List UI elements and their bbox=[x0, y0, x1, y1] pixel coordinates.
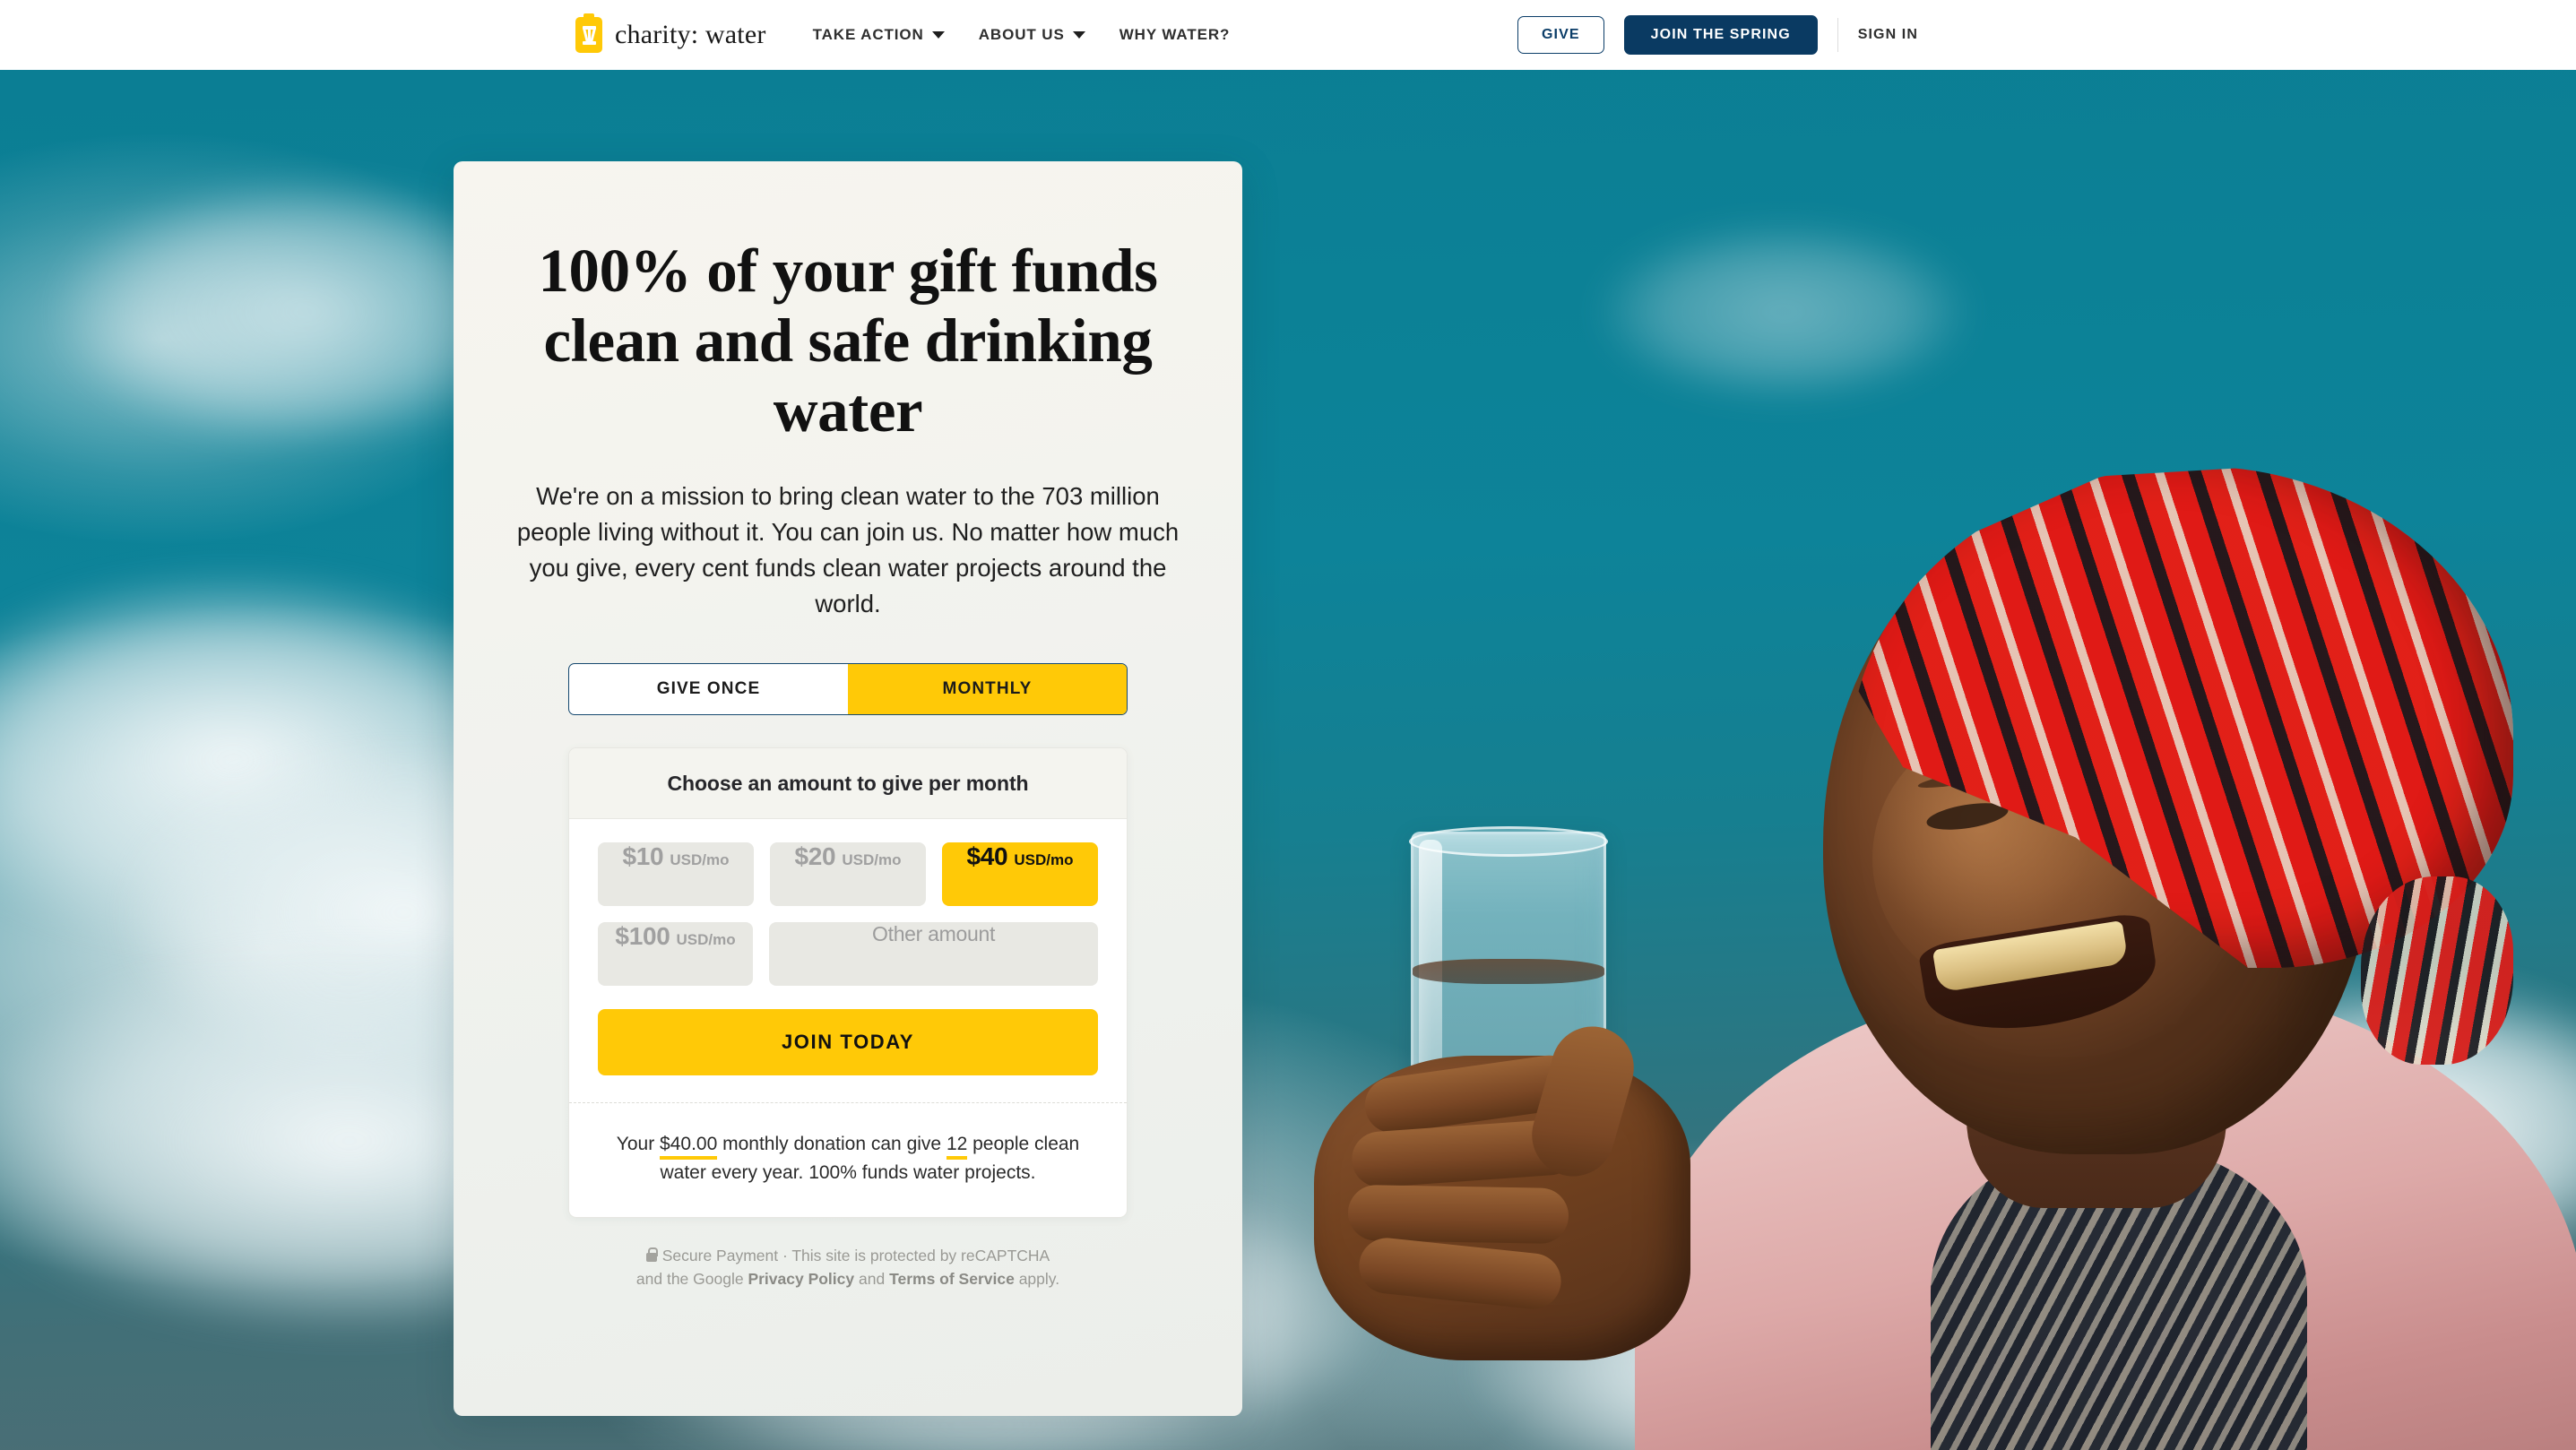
other-amount-label: Other amount bbox=[872, 922, 996, 946]
nav-item-label: TAKE ACTION bbox=[812, 26, 924, 43]
amount-value: $100 bbox=[615, 922, 670, 951]
toggle-monthly[interactable]: MONTHLY bbox=[848, 664, 1127, 715]
glass-reflection-band bbox=[1413, 959, 1604, 984]
nav-item-why-water[interactable]: WHY WATER? bbox=[1119, 26, 1231, 44]
impact-middle: monthly donation can give bbox=[717, 1134, 947, 1155]
amount-row-2: $100 USD/mo Other amount bbox=[598, 922, 1098, 987]
sign-in-link[interactable]: SIGN IN bbox=[1858, 27, 1918, 43]
impact-statement: Your $40.00 monthly donation can give 12… bbox=[569, 1102, 1127, 1217]
amount-unit: USD/mo bbox=[842, 851, 902, 869]
top-navigation-bar: charity: water TAKE ACTION ABOUT US WHY … bbox=[0, 0, 2576, 70]
other-amount-input[interactable]: Other amount bbox=[769, 922, 1098, 987]
card-header-label: Choose an amount to give per month bbox=[569, 748, 1127, 820]
amount-value: $40 bbox=[966, 842, 1008, 871]
impact-amount: $40.00 bbox=[660, 1134, 718, 1161]
headscarf-knot bbox=[2361, 876, 2513, 1065]
amount-option-40[interactable]: $40 USD/mo bbox=[942, 842, 1098, 907]
mission-description: We're on a mission to bring clean water … bbox=[516, 481, 1180, 618]
nav-item-take-action[interactable]: TAKE ACTION bbox=[813, 26, 945, 44]
amount-unit: USD/mo bbox=[676, 931, 736, 949]
donation-panel: 100% of your gift funds clean and safe d… bbox=[454, 161, 1242, 1416]
chevron-down-icon bbox=[1072, 31, 1085, 39]
amount-unit: USD/mo bbox=[670, 851, 730, 869]
toggle-give-once[interactable]: GIVE ONCE bbox=[569, 664, 848, 714]
amount-selection-card: Choose an amount to give per month $10 U… bbox=[568, 747, 1128, 1219]
amount-row-1: $10 USD/mo $20 USD/mo $40 USD/mo bbox=[598, 842, 1098, 907]
impact-people-count: 12 bbox=[946, 1134, 968, 1161]
amount-option-10[interactable]: $10 USD/mo bbox=[598, 842, 754, 907]
join-today-button[interactable]: JOIN TODAY bbox=[598, 1009, 1098, 1076]
secure-payment-text: Secure Payment · This site is protected … bbox=[661, 1247, 1050, 1265]
nav-divider bbox=[1837, 18, 1838, 52]
nav-item-about-us[interactable]: ABOUT US bbox=[979, 26, 1085, 44]
finger bbox=[1347, 1184, 1569, 1245]
nav-item-label: ABOUT US bbox=[978, 26, 1065, 43]
jerrycan-logo-icon bbox=[575, 13, 602, 53]
brand-name: charity: water bbox=[615, 20, 766, 49]
chevron-down-icon bbox=[931, 31, 945, 39]
brand-logo-link[interactable]: charity: water bbox=[575, 13, 766, 53]
secure-payment-notice: Secure Payment · This site is protected … bbox=[509, 1245, 1187, 1291]
terms-of-service-link[interactable]: Terms of Service bbox=[889, 1270, 1015, 1288]
nav-item-label: WHY WATER? bbox=[1119, 26, 1231, 43]
page-title: 100% of your gift funds clean and safe d… bbox=[538, 237, 1158, 444]
cloud-shape bbox=[1595, 222, 1972, 401]
amount-unit: USD/mo bbox=[1014, 851, 1074, 869]
woman-portrait bbox=[1314, 428, 2576, 1450]
policy-suffix: apply. bbox=[1014, 1270, 1060, 1289]
join-the-spring-button[interactable]: JOIN THE SPRING bbox=[1623, 15, 1818, 55]
google-policy-prefix: and the Google bbox=[635, 1270, 748, 1289]
amount-value: $20 bbox=[794, 842, 836, 871]
give-button[interactable]: GIVE bbox=[1517, 16, 1604, 54]
amount-option-100[interactable]: $100 USD/mo bbox=[598, 922, 754, 987]
nav-actions: GIVE JOIN THE SPRING SIGN IN bbox=[1517, 15, 1918, 55]
privacy-policy-link[interactable]: Privacy Policy bbox=[748, 1270, 854, 1288]
primary-nav: TAKE ACTION ABOUT US WHY WATER? bbox=[813, 26, 1231, 44]
amount-option-20[interactable]: $20 USD/mo bbox=[770, 842, 926, 907]
impact-prefix: Your bbox=[616, 1134, 661, 1155]
hero-background-image bbox=[0, 70, 2576, 1450]
amount-value: $10 bbox=[622, 842, 664, 871]
donation-frequency-toggle: GIVE ONCE MONTHLY bbox=[568, 663, 1128, 716]
glass-rim bbox=[1409, 826, 1608, 857]
policy-conjunction: and bbox=[854, 1270, 890, 1289]
lock-icon bbox=[645, 1247, 659, 1263]
card-body: $10 USD/mo $20 USD/mo $40 USD/mo $100 US… bbox=[569, 819, 1127, 1102]
